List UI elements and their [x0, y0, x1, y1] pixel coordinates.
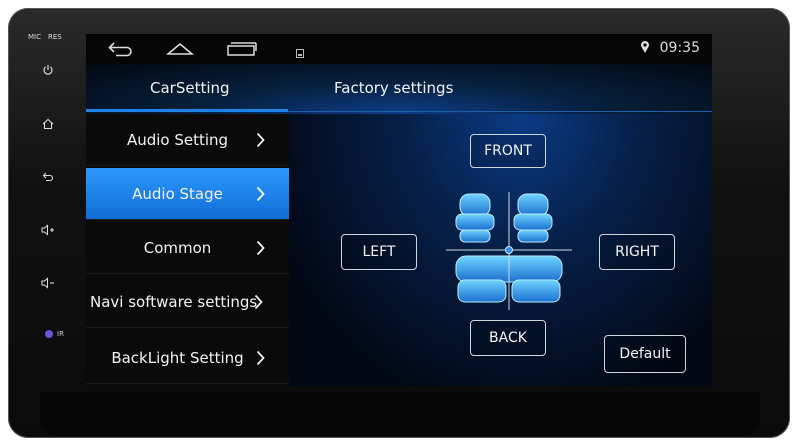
hardware-buttons: [14, 30, 82, 360]
volume-up-icon: [41, 224, 54, 236]
recents-icon: [227, 42, 257, 56]
power-icon: [43, 65, 53, 75]
ir-sensor: IR: [45, 330, 64, 338]
power-button[interactable]: [14, 64, 82, 80]
status-bar: 09:35: [86, 34, 712, 64]
chevron-right-icon: [256, 132, 265, 147]
volume-down-icon: [41, 277, 54, 289]
tab-active-indicator: [86, 109, 288, 112]
right-button[interactable]: RIGHT: [599, 234, 675, 270]
home-icon: [42, 118, 54, 130]
menu-item-label: Audio Stage: [132, 184, 223, 203]
left-button[interactable]: LEFT: [341, 234, 417, 270]
chevron-right-icon: [256, 240, 265, 255]
menu-item-label: Audio Setting: [126, 130, 229, 149]
bezel-bottom: [40, 392, 760, 436]
chevron-right-icon: [256, 186, 265, 201]
nav-home-button[interactable]: [165, 41, 195, 61]
menu-item-backlight-setting[interactable]: BackLight Setting: [86, 332, 289, 384]
menu-item-navi-software-settings[interactable]: Navi software settings: [86, 276, 289, 328]
front-left-seat-icon: [455, 193, 495, 243]
settings-menu: Audio Setting Audio Stage Common Navi so…: [86, 114, 289, 386]
nav-back-button[interactable]: [108, 41, 134, 61]
tab-factory-settings[interactable]: Factory settings: [334, 79, 453, 97]
back-hw-button[interactable]: [14, 171, 82, 187]
clock: 09:35: [659, 40, 700, 56]
screen: 09:35 CarSetting Factory settings Audio …: [86, 34, 712, 386]
menu-item-label: Common: [143, 238, 212, 257]
back-arrow-icon: [42, 172, 54, 182]
ir-label: IR: [57, 330, 64, 338]
default-button[interactable]: Default: [604, 335, 686, 373]
back-button[interactable]: BACK: [470, 320, 546, 356]
home-icon: [165, 42, 195, 55]
menu-item-audio-setting[interactable]: Audio Setting: [86, 114, 289, 166]
menu-item-common[interactable]: Common: [86, 222, 289, 274]
front-right-seat-icon: [513, 193, 553, 243]
menu-item-label: Navi software settings: [90, 292, 258, 311]
ir-led: [45, 330, 53, 338]
volume-up-button[interactable]: [14, 224, 82, 240]
back-arrow-icon: [108, 42, 132, 57]
volume-down-button[interactable]: [14, 277, 82, 293]
location-icon: [640, 40, 650, 58]
menu-item-label: BackLight Setting: [111, 348, 244, 367]
tab-carsetting[interactable]: CarSetting: [150, 79, 230, 97]
seat-stage-diagram[interactable]: [446, 192, 572, 310]
nav-recents-button[interactable]: [226, 41, 258, 61]
balance-point-handle[interactable]: [505, 246, 513, 254]
audio-stage-panel: FRONT LEFT RIGHT BACK Default: [289, 114, 712, 386]
front-button[interactable]: FRONT: [470, 134, 546, 168]
tab-bar: CarSetting Factory settings: [86, 64, 712, 114]
home-hw-button[interactable]: [14, 118, 82, 134]
chevron-right-icon: [256, 350, 265, 365]
tab-divider: [288, 111, 712, 112]
menu-item-audio-stage[interactable]: Audio Stage: [86, 168, 289, 220]
notification-icon: [296, 44, 304, 62]
chevron-right-icon: [254, 294, 263, 309]
